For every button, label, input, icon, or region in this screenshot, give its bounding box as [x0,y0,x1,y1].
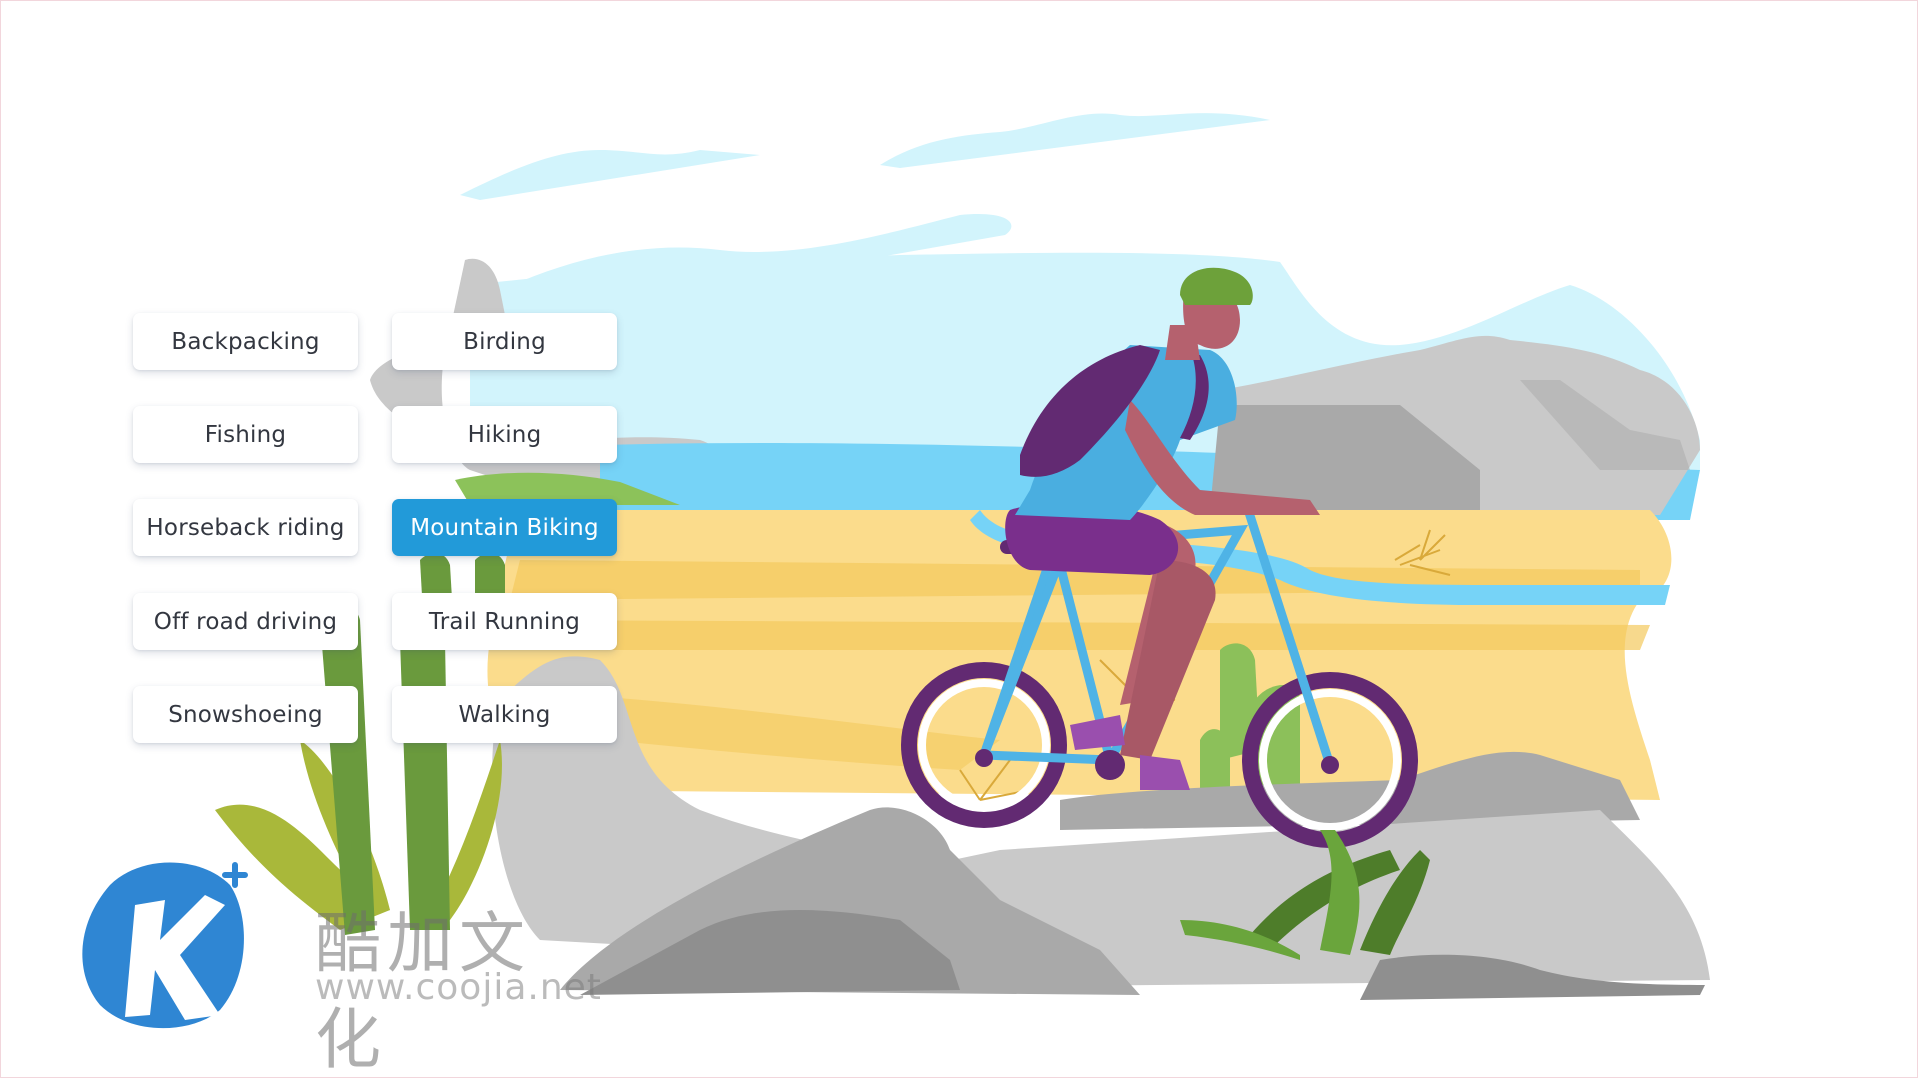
watermark-url: www.coojia.net [315,967,602,1008]
chip-birding[interactable]: Birding [392,313,617,370]
chip-trail-running[interactable]: Trail Running [392,593,617,650]
chip-hiking[interactable]: Hiking [392,406,617,463]
chip-mountain-biking[interactable]: Mountain Biking [392,499,617,556]
chip-off-road-driving[interactable]: Off road driving [133,593,358,650]
chip-horseback-riding[interactable]: Horseback riding [133,499,358,556]
chip-backpacking[interactable]: Backpacking [133,313,358,370]
chip-fishing[interactable]: Fishing [133,406,358,463]
chip-walking[interactable]: Walking [392,686,617,743]
brand-logo-icon [82,862,248,1029]
chip-snowshoeing[interactable]: Snowshoeing [133,686,358,743]
watermark: 酷加文化 www.coojia.net [70,845,601,1078]
